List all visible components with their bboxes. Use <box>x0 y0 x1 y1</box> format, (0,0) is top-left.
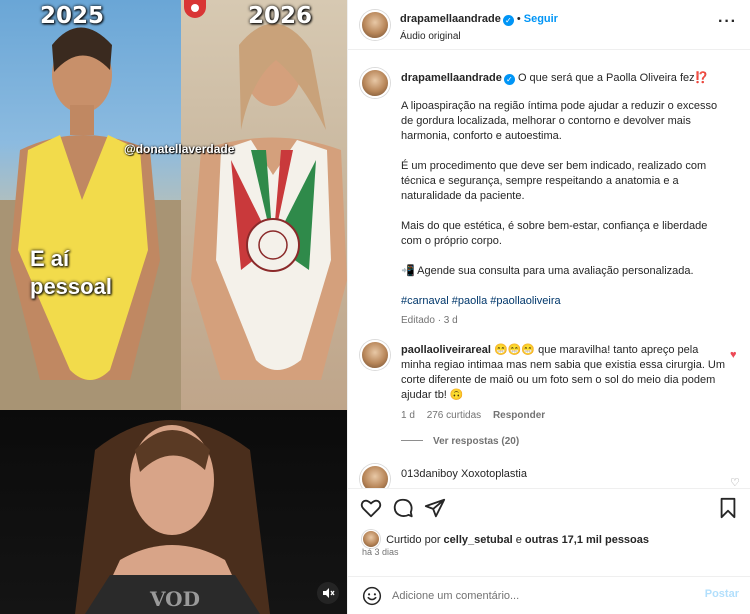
caption-username[interactable]: drapamellaandrade <box>401 72 502 84</box>
verified-badge-icon: ✓ <box>502 15 514 26</box>
image-panel-2025: 2025 E aí pessoal <box>0 0 181 410</box>
save-bookmark-icon[interactable] <box>717 497 739 519</box>
post-sidebar: drapamellaandrade ✓ • Seguir Áudio original… <box>347 0 750 614</box>
view-replies-label: Ver respostas (20) <box>433 436 520 447</box>
caption-hashtags[interactable]: #carnaval #paolla #paollaoliveira <box>401 294 731 309</box>
caption-edited-meta: Editado · 3 d <box>401 315 458 326</box>
caption-author-avatar[interactable] <box>360 68 390 98</box>
comment-meta: 1 d 276 curtidas Responder <box>401 408 726 423</box>
video-panel-doctor: VOD <box>0 410 347 614</box>
commenter-avatar[interactable] <box>360 464 390 488</box>
comment-item: 013daniboy Xoxotoplastia ♡ <box>360 464 740 488</box>
year-label-2026: 2026 <box>248 3 313 29</box>
caption-paragraph-3: Mais do que estética, é sobre bem-estar,… <box>401 220 708 247</box>
post-date[interactable]: há 3 dias <box>362 547 399 557</box>
liked-by-others[interactable]: outras 17,1 mil pessoas <box>525 534 649 546</box>
liked-by-prefix: Curtido por <box>386 534 441 546</box>
speaker-muted-glyph <box>323 588 335 598</box>
liked-by-user[interactable]: celly_setubal <box>444 534 513 546</box>
post-comment-button[interactable]: Postar <box>705 588 739 600</box>
author-username[interactable]: drapamellaandrade <box>400 13 501 25</box>
commenter-avatar[interactable] <box>360 340 390 370</box>
comment-text: Xoxotoplastia <box>460 468 527 480</box>
commenter-username[interactable]: paollaoliveirareal <box>401 344 491 356</box>
dot-separator: • <box>516 13 521 25</box>
comment-body: paollaoliveirareal 😁😁😁 que maravilha! ta… <box>401 343 726 423</box>
liker-avatar[interactable] <box>362 530 380 548</box>
post-actions: Curtido por celly_setubal e outras 17,1 … <box>348 488 750 576</box>
verified-badge-icon: ✓ <box>503 74 515 85</box>
woman-striped-swimsuit-illustration <box>191 23 347 380</box>
header-title-row: drapamellaandrade ✓ • Seguir <box>400 13 558 26</box>
post-header: drapamellaandrade ✓ • Seguir Áudio original… <box>348 0 750 50</box>
comment-like-heart-icon[interactable]: ♥ <box>730 350 740 361</box>
audio-label[interactable]: Áudio original <box>400 31 461 42</box>
liked-by-connector: e <box>515 534 522 546</box>
comment-bubble-icon[interactable] <box>392 497 414 519</box>
replies-divider-line <box>401 440 423 441</box>
post-media[interactable]: 2025 E aí pessoal 2026 @donatellaverdade <box>0 0 347 614</box>
view-replies-button[interactable]: Ver respostas (20) <box>401 436 519 447</box>
caption-paragraph-1: A lipoaspiração na região íntima pode aj… <box>401 100 718 142</box>
caption-paragraph-2: É um procedimento que deve ser bem indic… <box>401 160 707 202</box>
caption-paragraph-4: 📲 Agende sua consulta para uma avaliação… <box>401 265 694 277</box>
doctor-speaking-illustration: VOD <box>75 420 270 614</box>
comment-age: 1 d <box>401 410 415 421</box>
add-comment-input[interactable] <box>392 586 692 606</box>
emoji-smiley-icon[interactable] <box>362 586 382 606</box>
liked-by-line: Curtido por celly_setubal e outras 17,1 … <box>362 530 649 548</box>
caption-headline: O que será que a Paolla Oliveira fez⁉️ <box>517 72 709 84</box>
comment-likes[interactable]: 276 curtidas <box>427 410 481 421</box>
image-panel-2026: 2026 <box>181 0 347 410</box>
post-caption: drapamellaandrade ✓ O que será que a Paol… <box>360 68 740 338</box>
caption-body: drapamellaandrade ✓ O que será que a Paol… <box>401 71 731 328</box>
share-paper-plane-icon[interactable] <box>424 497 446 519</box>
commenter-username[interactable]: 013daniboy <box>401 468 458 480</box>
comments-section[interactable]: drapamellaandrade ✓ O que será que a Paol… <box>348 50 750 488</box>
year-label-2025: 2025 <box>40 3 105 29</box>
reply-button[interactable]: Responder <box>493 410 545 421</box>
comment-item: paollaoliveirareal 😁😁😁 que maravilha! ta… <box>360 340 740 430</box>
comment-body: 013daniboy Xoxotoplastia <box>401 467 731 482</box>
video-caption-line1: E aí <box>30 246 70 271</box>
more-options-icon[interactable]: ··· <box>718 13 737 31</box>
speaker-muted-icon[interactable] <box>317 582 339 604</box>
comment-like-heart-icon[interactable]: ♡ <box>730 478 740 489</box>
add-comment-bar: Postar <box>348 576 750 614</box>
woman-yellow-swimsuit-illustration <box>0 27 181 410</box>
svg-text:VOD: VOD <box>149 587 200 611</box>
follow-button[interactable]: Seguir <box>524 13 558 25</box>
like-heart-icon[interactable] <box>360 497 382 519</box>
watermark-handle: @donatellaverdade <box>124 142 235 156</box>
author-avatar[interactable] <box>360 10 390 40</box>
video-caption-line2: pessoal <box>30 274 112 299</box>
